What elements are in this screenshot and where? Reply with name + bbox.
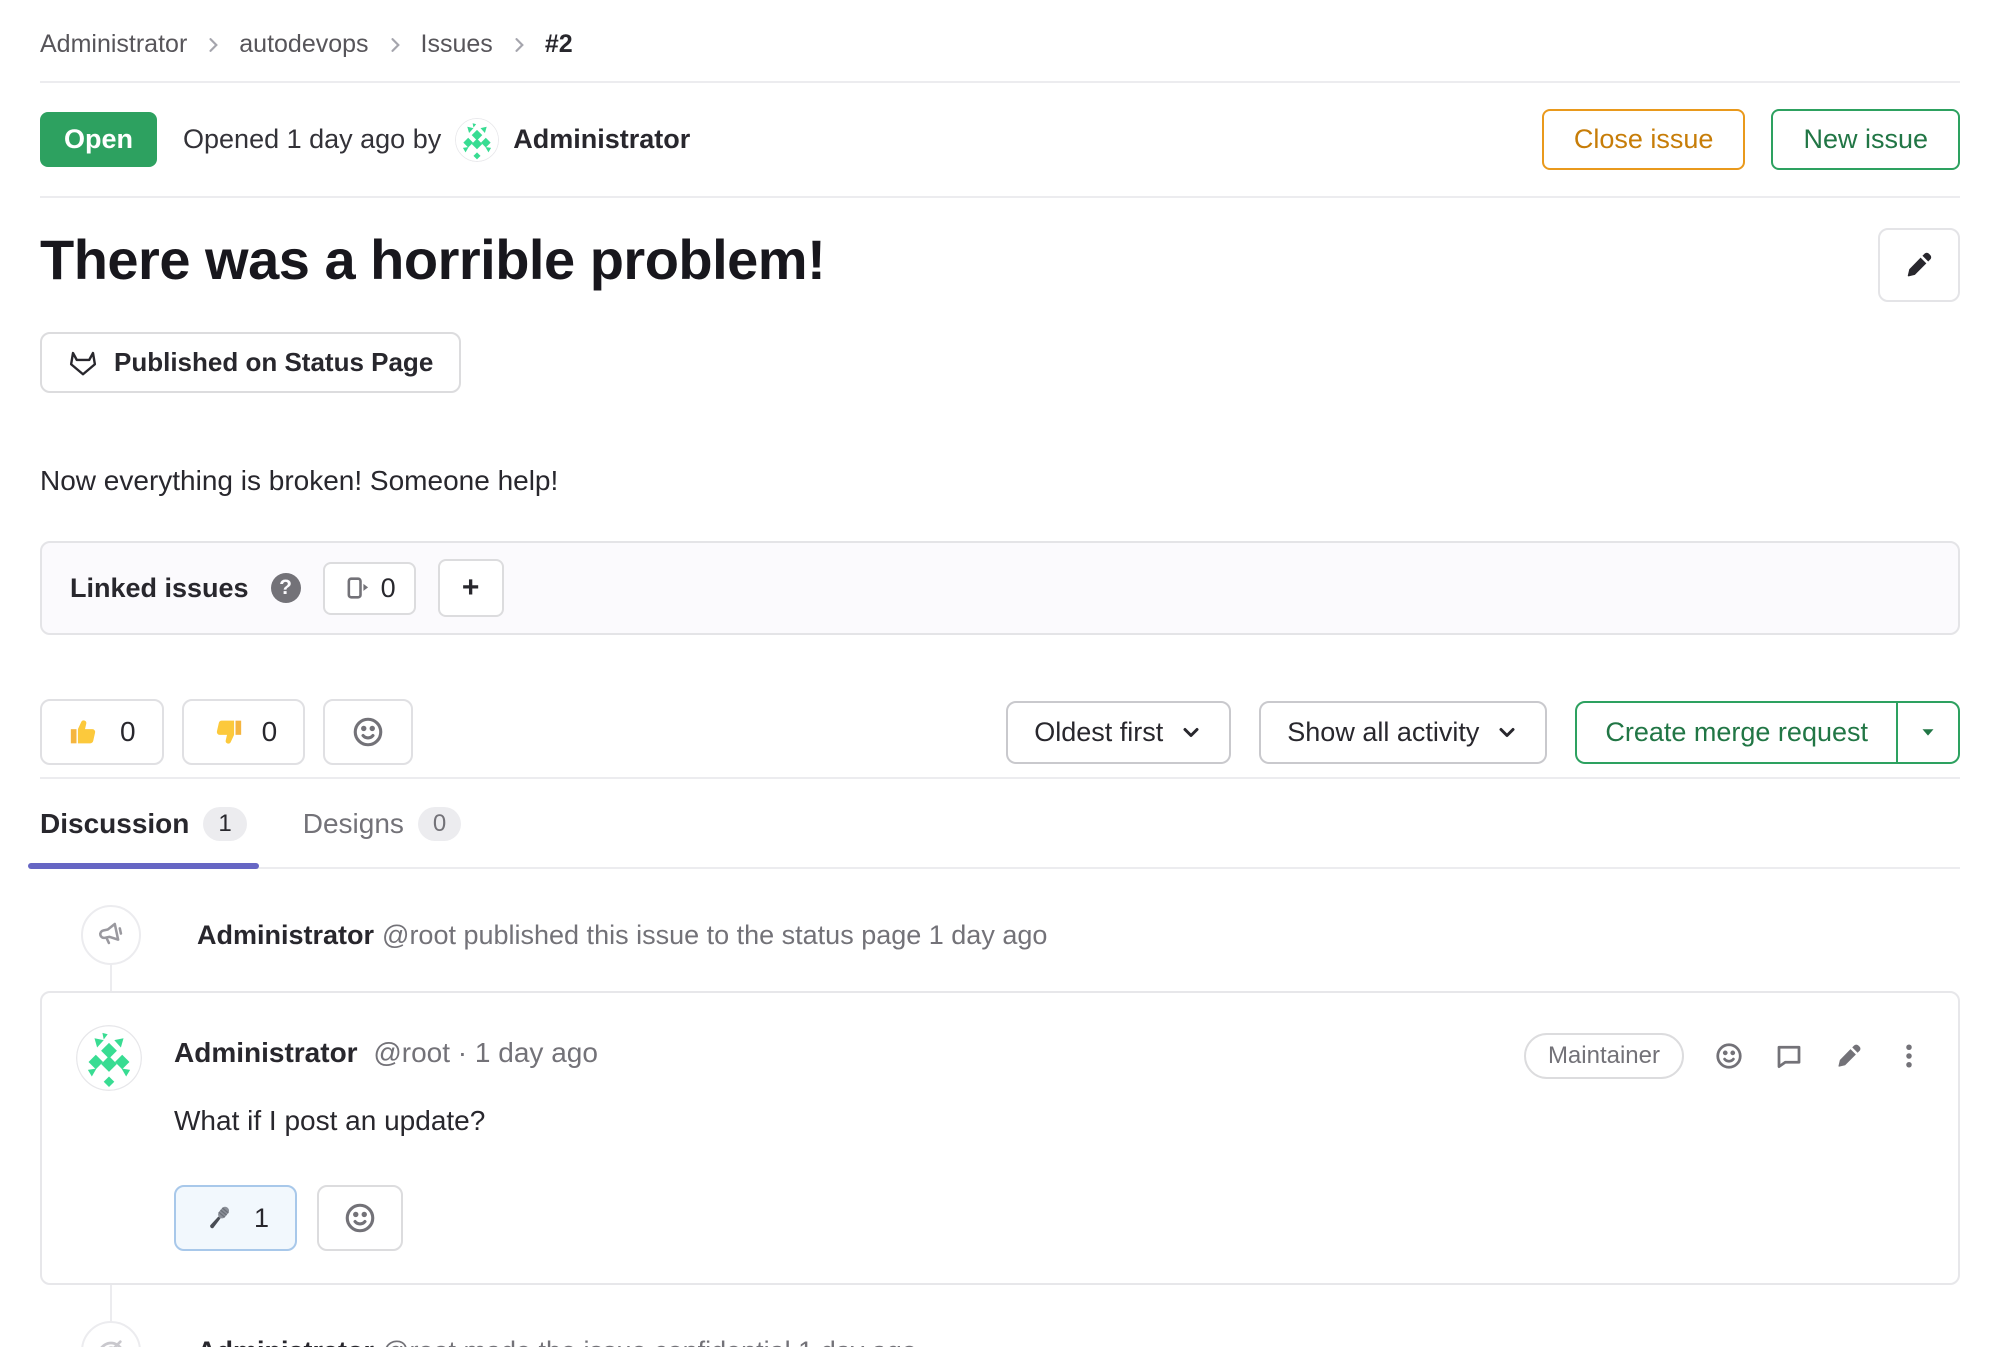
pencil-icon	[1903, 249, 1935, 281]
caret-down-icon	[1917, 721, 1939, 743]
help-icon[interactable]: ?	[271, 573, 301, 603]
issue-page: Administrator autodevops Issues #2 Open …	[0, 0, 2000, 1347]
new-issue-button[interactable]: New issue	[1771, 109, 1960, 170]
add-linked-issue-button[interactable]: +	[438, 559, 504, 617]
tab-designs-label: Designs	[303, 808, 404, 840]
thumbs-down-icon	[210, 715, 244, 749]
status-page-badge-label: Published on Status Page	[114, 347, 433, 378]
system-note-text: Administrator @root published this issue …	[197, 920, 1047, 951]
smiley-icon	[343, 1201, 377, 1235]
thumbs-down-count: 0	[262, 716, 278, 748]
system-note-text: Administrator @root made the issue confid…	[197, 1336, 917, 1347]
breadcrumb-item-group[interactable]: Administrator	[40, 30, 187, 59]
thumbs-down-award-button[interactable]: 0	[182, 699, 306, 765]
microphone-award-button[interactable]: 1	[174, 1185, 297, 1251]
comment-header: Administrator @root · 1 day ago Maintain…	[76, 1025, 1924, 1091]
tab-designs[interactable]: Designs 0	[303, 807, 462, 867]
sort-dropdown-label: Oldest first	[1034, 717, 1163, 748]
linked-issues-counter[interactable]: 0	[323, 562, 416, 615]
discussion-timeline: Administrator @root published this issue …	[40, 905, 1960, 1347]
system-note-body: @root published this issue to the status…	[382, 920, 1047, 950]
thumbs-up-award-button[interactable]: 0	[40, 699, 164, 765]
eye-slash-icon	[81, 1321, 141, 1347]
comment-bubble-icon[interactable]	[1774, 1041, 1804, 1071]
awards-and-controls: 0 0 Oldest first Show all activity	[40, 699, 1960, 765]
create-merge-request-split-button: Create merge request	[1575, 701, 1960, 764]
add-reaction-icon[interactable]	[1714, 1041, 1744, 1071]
chevron-right-icon	[385, 35, 405, 55]
microphone-award-count: 1	[254, 1203, 269, 1234]
create-merge-request-button[interactable]: Create merge request	[1577, 703, 1898, 762]
divider	[40, 196, 1960, 198]
breadcrumb-item-project[interactable]: autodevops	[239, 30, 368, 59]
comment-meta[interactable]: @root · 1 day ago	[373, 1037, 598, 1068]
author-link[interactable]: Administrator	[174, 1037, 358, 1068]
tab-designs-count: 0	[418, 807, 461, 841]
linked-issues-widget: Linked issues ? 0 +	[40, 541, 1960, 635]
microphone-icon	[202, 1201, 236, 1235]
system-note-confidential: Administrator @root made the issue confid…	[40, 1321, 1960, 1347]
role-badge: Maintainer	[1524, 1033, 1684, 1079]
thumbs-up-icon	[68, 715, 102, 749]
system-note-body: @root made the issue confidential 1 day …	[382, 1336, 917, 1347]
thumbs-up-count: 0	[120, 716, 136, 748]
breadcrumb: Administrator autodevops Issues #2	[40, 0, 1960, 81]
opened-text: Opened 1 day ago by	[183, 124, 441, 155]
close-issue-button[interactable]: Close issue	[1542, 109, 1746, 170]
page-title: There was a horrible problem!	[40, 228, 825, 292]
activity-filter-dropdown[interactable]: Show all activity	[1259, 701, 1547, 764]
sort-dropdown[interactable]: Oldest first	[1006, 701, 1231, 764]
issue-type-icon	[343, 574, 371, 602]
kebab-menu-icon[interactable]	[1894, 1041, 1924, 1071]
add-reaction-button[interactable]	[317, 1185, 403, 1251]
tab-discussion-label: Discussion	[40, 808, 189, 840]
comment-actions: Maintainer	[1524, 1025, 1924, 1079]
avatar[interactable]	[455, 118, 499, 162]
chevron-right-icon	[509, 35, 529, 55]
discussion-tab-bar: Discussion 1 Designs 0	[40, 779, 1960, 869]
comment-body: What if I post an update?	[174, 1105, 1924, 1137]
tanuki-icon	[68, 348, 98, 378]
author-link[interactable]: Administrator	[197, 1336, 374, 1347]
linked-issues-title: Linked issues	[70, 573, 249, 604]
author-link[interactable]: Administrator	[513, 124, 690, 155]
comment-card: Administrator @root · 1 day ago Maintain…	[40, 991, 1960, 1285]
status-badge: Open	[40, 112, 157, 167]
tab-discussion-count: 1	[203, 807, 246, 841]
system-note-published: Administrator @root published this issue …	[40, 905, 1960, 965]
megaphone-icon	[81, 905, 141, 965]
tab-discussion[interactable]: Discussion 1	[40, 807, 247, 867]
smiley-icon	[351, 715, 385, 749]
activity-filter-label: Show all activity	[1287, 717, 1479, 748]
issue-status-header: Open Opened 1 day ago by Administrator C…	[40, 83, 1960, 196]
comment-author-line: Administrator @root · 1 day ago	[174, 1025, 598, 1069]
add-reaction-button[interactable]	[323, 699, 413, 765]
opened-info: Opened 1 day ago by Administrator	[183, 118, 690, 162]
avatar[interactable]	[76, 1025, 142, 1091]
edit-title-button[interactable]	[1878, 228, 1960, 302]
breadcrumb-item-issues[interactable]: Issues	[421, 30, 493, 59]
author-link[interactable]: Administrator	[197, 920, 374, 950]
create-merge-request-caret-button[interactable]	[1898, 703, 1958, 762]
status-page-badge: Published on Status Page	[40, 332, 461, 393]
chevron-down-icon	[1179, 720, 1203, 744]
chevron-right-icon	[203, 35, 223, 55]
edit-comment-icon[interactable]	[1834, 1041, 1864, 1071]
chevron-down-icon	[1495, 720, 1519, 744]
linked-issues-count: 0	[381, 573, 396, 604]
breadcrumb-current-issue-number: #2	[545, 30, 573, 59]
comment-awards: 1	[174, 1185, 1924, 1251]
issue-description: Now everything is broken! Someone help!	[40, 465, 1960, 497]
